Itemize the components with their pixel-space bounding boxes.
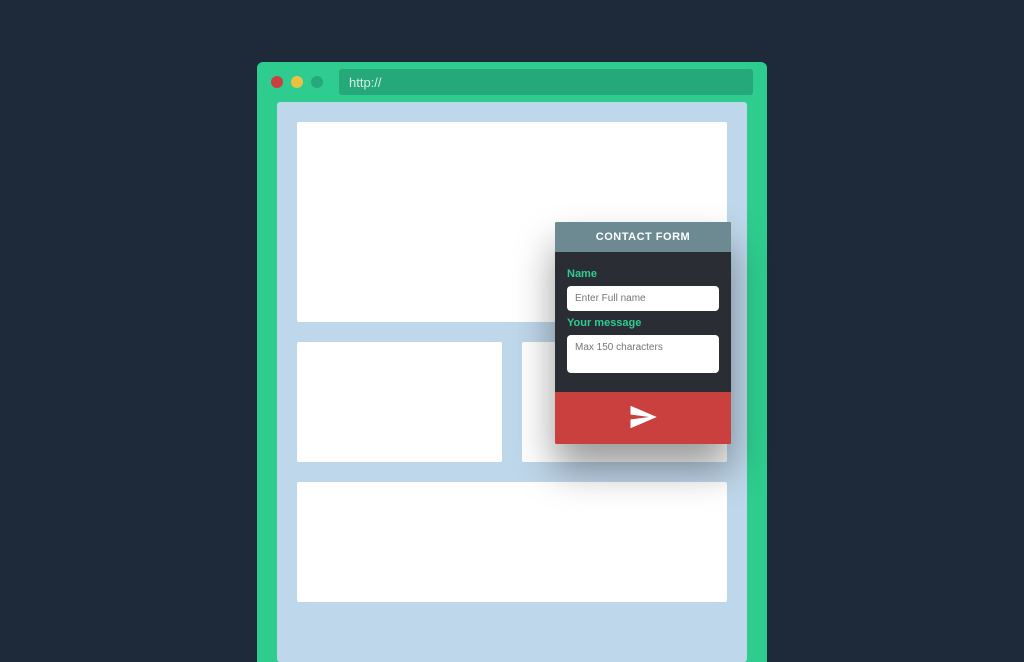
contact-form-title: CONTACT FORM: [555, 222, 731, 252]
paper-plane-icon: [628, 402, 658, 435]
window-minimize-icon[interactable]: [291, 76, 303, 88]
contact-form-panel: CONTACT FORM Name Your message: [555, 222, 731, 444]
browser-titlebar: http://: [257, 62, 767, 102]
card-block: [297, 342, 502, 462]
contact-form-body: Name Your message: [555, 252, 731, 392]
send-button[interactable]: [555, 392, 731, 444]
name-input[interactable]: [567, 286, 719, 311]
address-text: http://: [349, 75, 382, 90]
name-label: Name: [567, 268, 719, 280]
window-close-icon[interactable]: [271, 76, 283, 88]
window-maximize-icon[interactable]: [311, 76, 323, 88]
message-input[interactable]: [567, 335, 719, 373]
address-bar[interactable]: http://: [339, 69, 753, 95]
banner-block: [297, 482, 727, 602]
message-label: Your message: [567, 317, 719, 329]
